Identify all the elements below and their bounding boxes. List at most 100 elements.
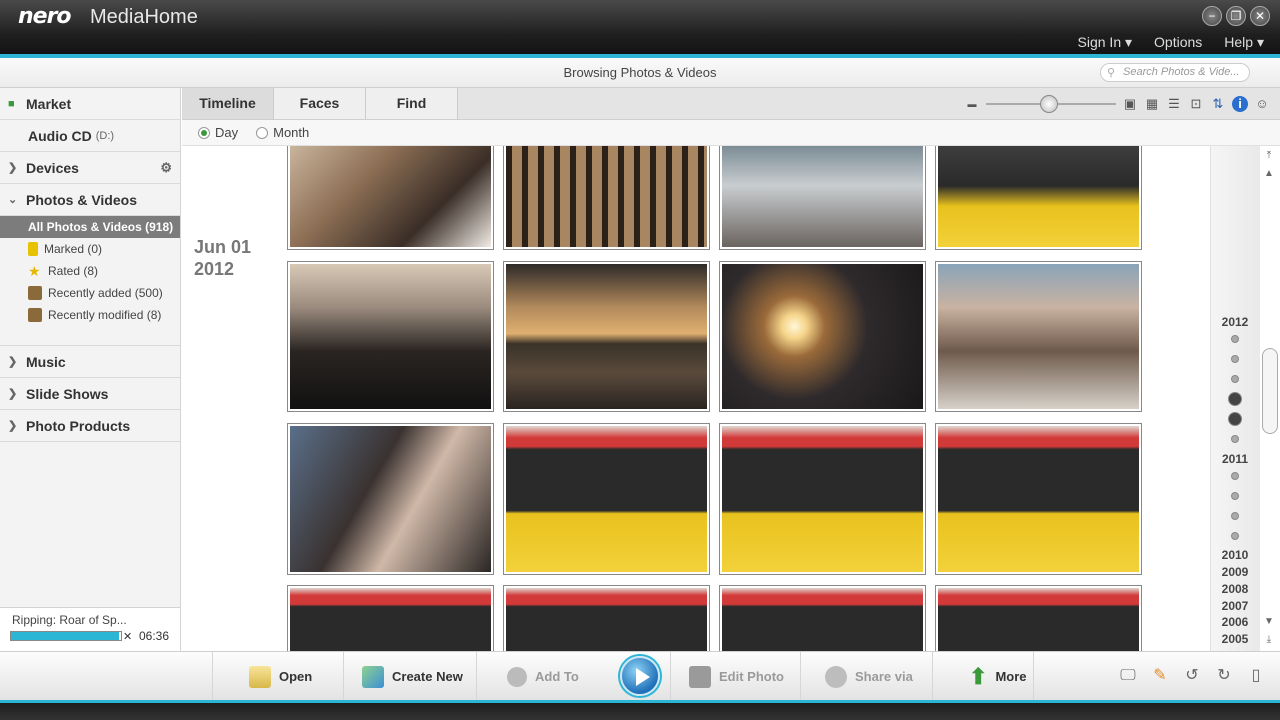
timeline-dot[interactable]: [1231, 532, 1239, 540]
sidebar-item-all-photos-videos[interactable]: All Photos & Videos (918): [0, 216, 180, 238]
thumbnail-size-slider[interactable]: [986, 93, 1116, 115]
photo-thumbnail[interactable]: [287, 585, 494, 651]
cancel-rip-icon[interactable]: ✕: [123, 630, 132, 643]
photo-thumbnail[interactable]: [719, 423, 926, 575]
view-mode-month[interactable]: Month: [256, 125, 309, 140]
sidebar-item-audio-cd[interactable]: Audio CD (D:): [0, 120, 180, 152]
tab-timeline[interactable]: Timeline: [182, 88, 274, 119]
photo-beach-woman[interactable]: [719, 146, 926, 250]
options-menu[interactable]: Options: [1154, 34, 1202, 51]
photo-thumbnail[interactable]: [935, 146, 1142, 250]
photo-thumbnail[interactable]: [287, 261, 494, 412]
timeline-dot-active[interactable]: [1228, 392, 1242, 406]
ripping-progress-fill: [11, 632, 119, 640]
timeline-year-2005[interactable]: 2005: [1210, 632, 1260, 646]
scroll-bottom-icon[interactable]: ⤓: [1262, 634, 1276, 645]
browse-bar: Browsing Photos & Videos ⚲ Search Photos…: [0, 58, 1280, 88]
user-icon[interactable]: ☺: [1254, 96, 1270, 112]
timeline-year-2006[interactable]: 2006: [1210, 615, 1260, 629]
search-input[interactable]: ⚲ Search Photos & Vide...: [1100, 63, 1250, 82]
zoom-view-icon[interactable]: ⊡: [1188, 96, 1204, 112]
timeline-year-2010[interactable]: 2010: [1210, 548, 1260, 562]
create-new-button[interactable]: Create New: [343, 652, 476, 701]
view-mode-day[interactable]: Day: [198, 125, 238, 140]
info-icon[interactable]: i: [1232, 96, 1248, 112]
timeline-dot[interactable]: [1231, 335, 1239, 343]
scroll-up-icon[interactable]: ▲: [1262, 168, 1276, 179]
sidebar-item-rated[interactable]: ★ Rated (8): [0, 260, 180, 282]
timeline-dot[interactable]: [1231, 492, 1239, 500]
drive-letter: (D:): [95, 129, 115, 142]
photo-thumbnail[interactable]: [935, 423, 1142, 575]
timeline-year-2012[interactable]: 2012: [1210, 315, 1260, 329]
timeline-dot[interactable]: [1231, 435, 1239, 443]
list-view-icon[interactable]: ☰: [1166, 96, 1182, 112]
scroll-top-icon[interactable]: ⤒: [1262, 150, 1276, 161]
maximize-button[interactable]: ❐: [1226, 6, 1246, 26]
sidebar-item-marked[interactable]: Marked (0): [0, 238, 180, 260]
sidebar-item-market[interactable]: ■ Market: [0, 88, 180, 120]
tab-find[interactable]: Find: [366, 88, 458, 119]
close-button[interactable]: ✕: [1250, 6, 1270, 26]
app-logo: nero: [18, 4, 72, 29]
timeline-year-2009[interactable]: 2009: [1210, 565, 1260, 579]
sidebar-item-devices[interactable]: ❯ Devices ⚙: [0, 152, 180, 184]
sidebar-item-recently-added[interactable]: Recently added (500): [0, 282, 180, 304]
sidebar-item-photo-products[interactable]: ❯ Photo Products: [0, 410, 180, 442]
radio-month[interactable]: [256, 126, 269, 139]
minimize-button[interactable]: −: [1202, 6, 1222, 26]
rotate-right-icon[interactable]: ↻: [1214, 666, 1234, 686]
add-to-button[interactable]: Add To: [476, 652, 606, 701]
timeline-dot[interactable]: [1231, 472, 1239, 480]
tab-bar: Timeline Faces Find ▬ ▣ ▦ ☰ ⊡ ⇅ i ☺: [182, 88, 1280, 120]
timeline-dot[interactable]: [1231, 355, 1239, 363]
scroll-down-icon[interactable]: ▼: [1262, 616, 1276, 627]
add-to-label: Add To: [535, 669, 579, 684]
trash-icon[interactable]: ▯: [1246, 666, 1266, 686]
photo-thumbnail[interactable]: [935, 261, 1142, 412]
photo-thumbnail[interactable]: [935, 585, 1142, 651]
scroll-handle[interactable]: [1262, 348, 1278, 434]
sort-icon[interactable]: ⇅: [1210, 96, 1226, 112]
photo-thumbnail[interactable]: [719, 261, 926, 412]
slider-knob[interactable]: [1040, 95, 1058, 113]
photo-thumbnail[interactable]: [503, 146, 710, 250]
timeline-year-2007[interactable]: 2007: [1210, 599, 1260, 613]
timeline-year-2008[interactable]: 2008: [1210, 582, 1260, 596]
edit-photo-button[interactable]: Edit Photo: [670, 652, 800, 701]
share-via-button[interactable]: Share via: [800, 652, 932, 701]
photo-thumbnail[interactable]: [287, 423, 494, 575]
more-button[interactable]: ⬆ More: [932, 652, 1034, 701]
open-button[interactable]: Open: [212, 652, 343, 701]
play-button[interactable]: [620, 656, 660, 696]
timeline-year-2011[interactable]: 2011: [1210, 452, 1260, 466]
market-basket-icon: ■: [8, 97, 15, 110]
photo-thumbnail[interactable]: [503, 423, 710, 575]
rotate-left-icon[interactable]: ↺: [1182, 666, 1202, 686]
sidebar-item-slide-shows[interactable]: ❯ Slide Shows: [0, 378, 180, 410]
photo-thumbnail[interactable]: [503, 585, 710, 651]
radio-label: Month: [273, 125, 310, 140]
monitor-icon[interactable]: 🖵: [1118, 666, 1138, 686]
timeline-scroller[interactable]: 2012 2011 2010 2009 2008 2007 2006 2005 …: [1210, 146, 1280, 651]
photo-thumbnail[interactable]: [503, 261, 710, 412]
photo-thumbnail[interactable]: [287, 146, 494, 250]
photo-couple-selfie: [290, 146, 491, 247]
tab-faces[interactable]: Faces: [274, 88, 366, 119]
recently-modified-icon: [28, 308, 42, 322]
sidebar-item-photos-videos[interactable]: ⌄ Photos & Videos: [0, 184, 180, 216]
timeline-dot-active[interactable]: [1228, 412, 1242, 426]
sidebar-item-recently-modified[interactable]: Recently modified (8): [0, 304, 180, 326]
enhance-icon[interactable]: ✎: [1150, 666, 1170, 686]
timeline-dot[interactable]: [1231, 375, 1239, 383]
star-icon: ★: [28, 263, 41, 279]
help-menu[interactable]: Help ▾: [1224, 34, 1264, 51]
sidebar-item-label: Marked (0): [44, 242, 103, 256]
grid-view-icon[interactable]: ▦: [1144, 96, 1160, 112]
sidebar-item-music[interactable]: ❯ Music: [0, 346, 180, 378]
sign-in-menu[interactable]: Sign In ▾: [1078, 34, 1133, 51]
photo-thumbnail[interactable]: [719, 585, 926, 651]
gear-icon[interactable]: ⚙: [160, 160, 172, 176]
radio-day[interactable]: [198, 126, 210, 139]
timeline-dot[interactable]: [1231, 512, 1239, 520]
